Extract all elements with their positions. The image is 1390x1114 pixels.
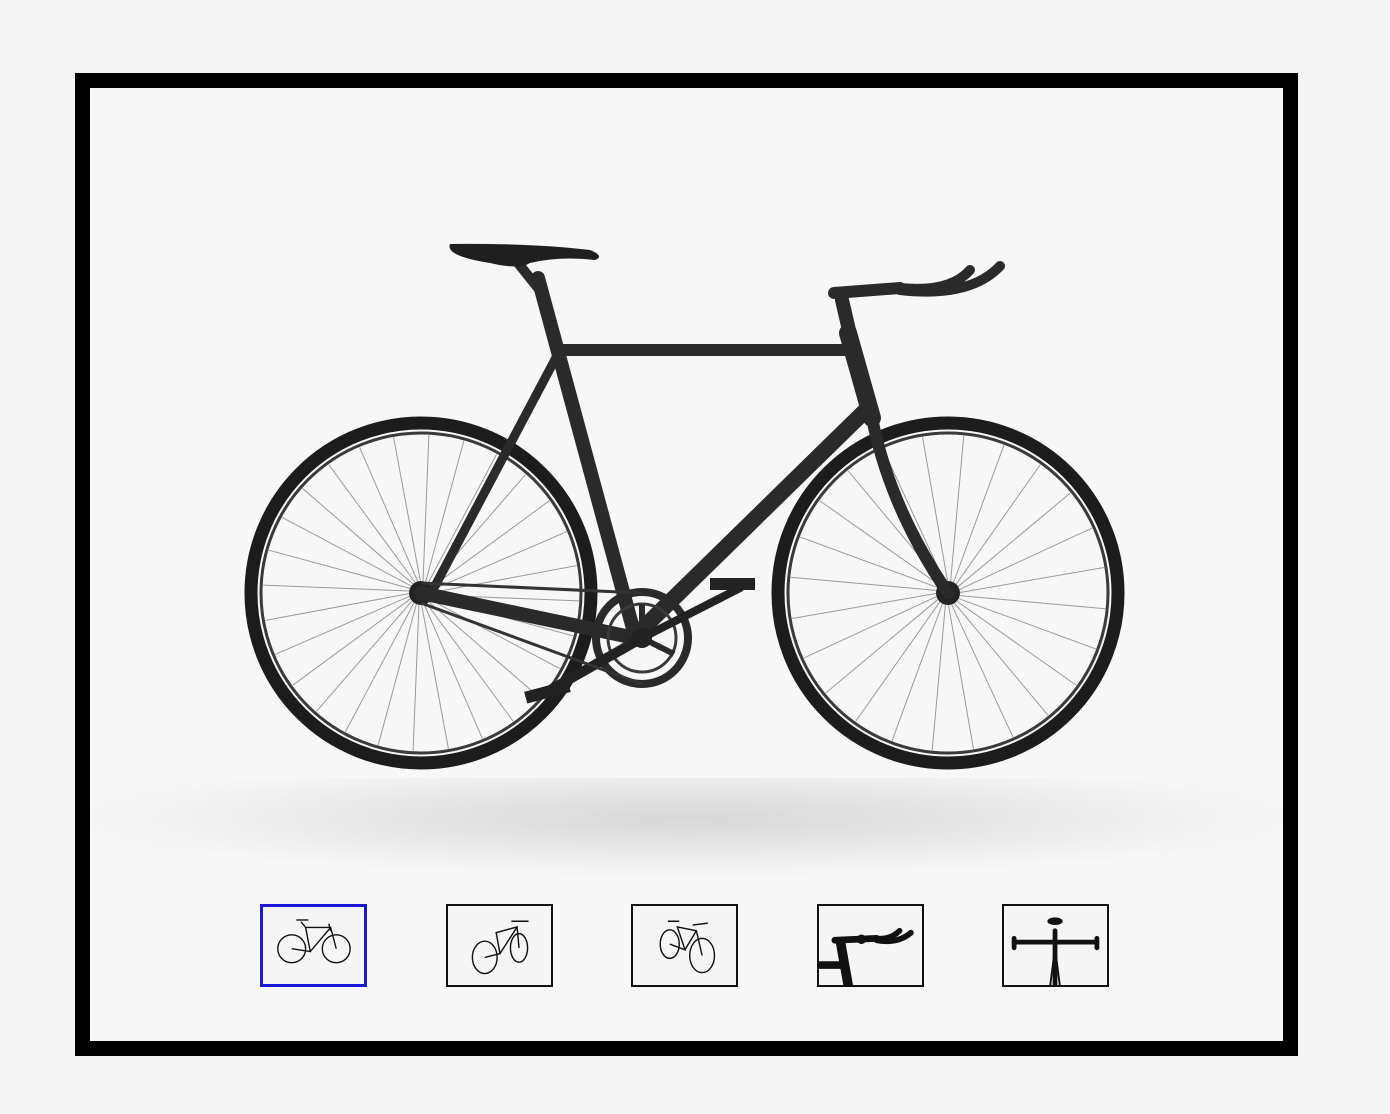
floor-shadow [90,778,1283,918]
bike-front-angle-thumb-icon [471,920,529,975]
thumbnail-side-view[interactable] [260,904,367,987]
main-image-stage [90,88,1283,1041]
thumbnail-rear-three-quarter[interactable] [631,904,738,987]
thumbnail-front-three-quarter[interactable] [446,904,553,987]
bike-side-thumb-icon [277,919,351,964]
thumbnail-front-handlebar[interactable] [1002,904,1109,987]
handlebar-thumb-icon [819,927,914,985]
thumbnail-handlebar-closeup[interactable] [817,904,924,987]
thumbnail-strip [90,904,1283,994]
bike-rear-angle-thumb-icon [659,920,716,974]
saddle [449,243,599,267]
front-handlebar-thumb-icon [1011,917,1100,985]
product-viewer-frame [75,73,1298,1056]
